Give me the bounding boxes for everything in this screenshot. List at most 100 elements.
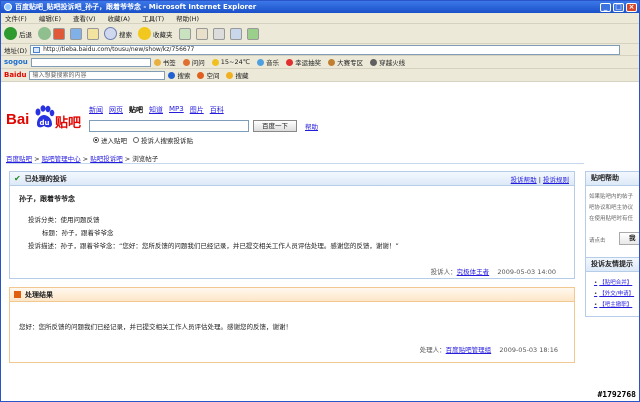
sidebar-complain-button[interactable]: 我 (619, 232, 639, 245)
search-mode-radios: 进入贴吧 投诉人搜索投诉贴 (93, 135, 199, 145)
complaint-panel-header: ✔ 已处理的投诉 投诉帮助 | 投诉规则 (10, 172, 574, 186)
baidu-toolbar-logo[interactable]: Baidu (4, 71, 26, 79)
checkmark-icon: ✔ (14, 174, 21, 183)
breadcrumb-admin-center[interactable]: 贴吧管理中心 (42, 155, 81, 163)
paw-logo-icon: du (35, 105, 55, 128)
complaint-section-title: 已处理的投诉 (24, 174, 67, 183)
result-handler-link[interactable]: 百度贴吧管理组 (446, 346, 492, 354)
complaint-rules-link[interactable]: 投诉规则 (543, 176, 569, 184)
nav-images[interactable]: 图片 (190, 105, 204, 115)
refresh-icon[interactable] (70, 27, 82, 40)
result-section-title: 处理结果 (25, 290, 53, 299)
edit-icon[interactable] (229, 27, 242, 40)
search-button[interactable]: 搜索 (104, 27, 132, 40)
question-icon (182, 58, 190, 66)
forward-arrow-icon[interactable] (38, 27, 51, 40)
baidu-toolbar-input[interactable]: 输入想要搜索的内容 (29, 70, 166, 80)
mail-icon[interactable] (195, 27, 208, 40)
page-content: Bai du 贴吧 新闻 网页 贴吧 知道 MP3 图片 百科 百度一下 帮助 (1, 85, 639, 401)
menu-view[interactable]: 查看(V) (73, 13, 96, 23)
divider (6, 163, 584, 164)
breadcrumb-current: 浏览帖子 (132, 155, 159, 163)
search-row: 百度一下 帮助 (89, 120, 318, 132)
menu-tools[interactable]: 工具(T) (142, 13, 164, 23)
print-icon[interactable] (212, 27, 225, 40)
address-label: 地址(D) (4, 46, 28, 55)
sidebar-agreement-links[interactable]: 吧协议和吧主协议 (589, 203, 633, 211)
sogou-bookmarks[interactable]: 书签 (153, 57, 176, 67)
title-bar: 百度贴吧_贴吧投诉吧_孙子，跟着爷爷念 - Microsoft Internet… (1, 1, 639, 13)
radio-search-complaints[interactable]: 投诉人搜索投诉贴 (133, 135, 193, 145)
sogou-logo[interactable]: sogou (4, 58, 28, 66)
sidebar-tips-title: 投诉友情提示 (586, 258, 639, 272)
complaint-help-link[interactable]: 投诉帮助 (511, 176, 537, 184)
game-icon (370, 58, 378, 66)
messenger-icon[interactable] (246, 27, 259, 40)
radio-enter-tieba[interactable]: 进入贴吧 (93, 135, 127, 145)
menu-file[interactable]: 文件(F) (5, 13, 27, 23)
help-link[interactable]: 帮助 (305, 121, 318, 131)
paw-icon (168, 71, 176, 79)
complaint-author-link[interactable]: 究极体王者 (457, 268, 490, 276)
complaint-subject-row: 标题：孙子，跟着爷爷念 (42, 229, 114, 237)
sogou-wenwen[interactable]: 问问 (182, 57, 205, 67)
home-icon[interactable] (87, 27, 99, 40)
trophy-icon (328, 58, 336, 66)
complaint-description-row: 投诉描述：孙子，跟着爷爷念：“您好：您所反馈的问题我们已经记录，并已提交相关工作… (28, 242, 399, 250)
sogou-crossfire[interactable]: 穿越火线 (370, 57, 405, 67)
close-button[interactable]: × (626, 2, 637, 12)
address-input[interactable]: http://tieba.baidu.com/tousu/new/show/kz… (30, 44, 621, 55)
watermark-id: #1792768 (597, 390, 636, 399)
stop-icon[interactable] (53, 27, 65, 40)
complaint-time: 2009-05-03 14:00 (497, 268, 556, 276)
baidu-toolbar-collect[interactable]: 搜藏 (226, 70, 248, 80)
baidu-toolbar-search[interactable]: 搜索 (168, 70, 190, 80)
nav-mp3[interactable]: MP3 (169, 105, 184, 115)
favorites-star-icon (138, 27, 151, 40)
breadcrumb: 百度贴吧 > 贴吧管理中心 > 贴吧投诉吧 > 浏览帖子 (6, 155, 159, 163)
minimize-button[interactable]: _ (600, 2, 611, 12)
sogou-lottery[interactable]: 幸运抽奖 (286, 57, 321, 67)
radio-unchecked-icon (133, 137, 139, 143)
search-icon (104, 27, 117, 40)
result-meta: 处理人：百度贴吧管理组 2009-05-03 18:16 (419, 346, 558, 354)
page-icon (33, 46, 41, 53)
nav-web[interactable]: 网页 (109, 105, 123, 115)
complaint-type-row: 投诉分类：使用问题反馈 (28, 216, 100, 224)
nav-baike[interactable]: 百科 (210, 105, 224, 115)
search-submit-button[interactable]: 百度一下 (253, 120, 297, 132)
sogou-music[interactable]: 音乐 (257, 57, 279, 67)
favorites-button[interactable]: 收藏夹 (138, 27, 173, 40)
space-icon (197, 71, 205, 79)
nav-news[interactable]: 新闻 (89, 105, 103, 115)
sidebar-tips-box: 投诉友情提示 【贴吧合并】 【外交/申请】 【吧主撤职】 (585, 257, 639, 317)
nav-zhidao[interactable]: 知道 (149, 105, 163, 115)
sogou-search-input[interactable] (30, 57, 151, 67)
flag-icon (14, 291, 21, 298)
menu-favorites[interactable]: 收藏(A) (108, 13, 131, 23)
result-time: 2009-05-03 18:16 (499, 346, 558, 354)
search-input[interactable] (89, 120, 249, 132)
maximize-button[interactable]: □ (613, 2, 624, 12)
baidu-tieba-logo[interactable]: Bai du 贴吧 (6, 105, 84, 135)
history-icon[interactable] (178, 27, 191, 40)
breadcrumb-tieba[interactable]: 百度贴吧 (6, 155, 32, 163)
gift-icon (286, 58, 294, 66)
standard-toolbar: 后退 搜索 收藏夹 (1, 24, 639, 44)
breadcrumb-complaint-bar[interactable]: 贴吧投诉吧 (90, 155, 123, 163)
logo-text-tieba: 贴吧 (55, 116, 82, 131)
back-button[interactable]: 后退 (4, 27, 32, 40)
bookmark-icon (153, 58, 161, 66)
menu-help[interactable]: 帮助(H) (176, 13, 199, 23)
baidu-toolbar-space[interactable]: 空间 (197, 70, 219, 80)
radio-checked-icon (93, 137, 99, 143)
ie-icon (4, 3, 12, 11)
tip-merge[interactable]: 【贴吧合并】 (594, 278, 632, 286)
tip-diplomacy[interactable]: 【外交/申请】 (594, 289, 634, 297)
tip-dismissal[interactable]: 【吧主撤职】 (594, 300, 632, 308)
sogou-weather[interactable]: 15~24℃ (211, 58, 250, 66)
menu-edit[interactable]: 编辑(E) (39, 13, 61, 23)
complaint-meta: 投诉人：究极体王者 2009-05-03 14:00 (430, 268, 556, 276)
sogou-contest[interactable]: 大赛专区 (328, 57, 363, 67)
window-title: 百度贴吧_贴吧投诉吧_孙子，跟着爷爷念 - Microsoft Internet… (15, 3, 257, 11)
